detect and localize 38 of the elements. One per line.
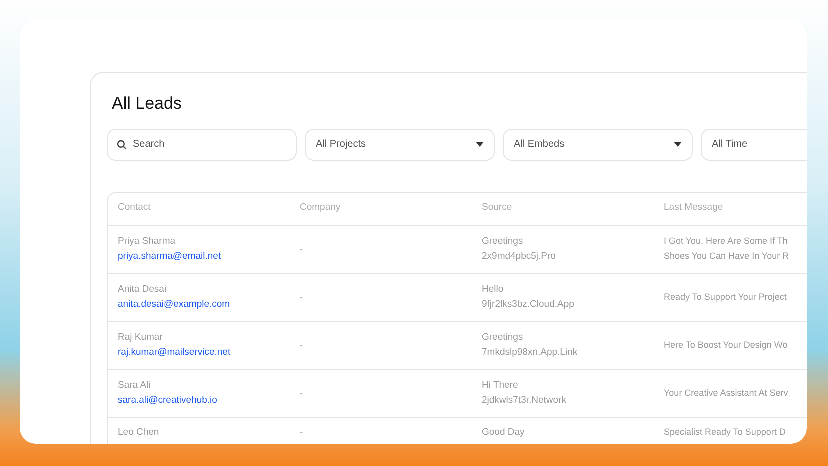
filter-dropdown[interactable]: All Time — [701, 128, 807, 160]
company-cell: - — [300, 388, 304, 398]
source-domain: 2jdkwls7t3r.Network — [482, 394, 568, 408]
contact-name: Sara Ali — [118, 379, 152, 393]
contact-name: Raj Kumar — [118, 331, 164, 345]
last-message: Shoes You Can Have In Your R — [664, 250, 790, 263]
filter-dropdown[interactable]: All Projects — [305, 128, 495, 160]
column-header: Last Message — [663, 201, 724, 216]
source-domain: 7mkdslp98xn.App.Link — [482, 346, 579, 360]
column-header: Source — [481, 201, 514, 216]
source-title: Greetings — [482, 235, 524, 249]
last-message: Your Creative Assistant At Serv — [664, 386, 790, 400]
last-message: Here To Boost Your Design Wo — [664, 338, 789, 352]
company-cell: - — [300, 426, 304, 438]
contact-name: Priya Sharma — [118, 235, 177, 249]
column-header: Contact — [117, 201, 152, 216]
filter-dropdown[interactable]: All Embeds — [503, 128, 693, 160]
email-link[interactable]: priya.sharma@email.net — [118, 249, 280, 264]
company-cell: - — [300, 244, 304, 254]
column-header: Company — [299, 201, 342, 216]
source-domain: 2x9md4pbc5j.Pro — [482, 250, 557, 264]
source-domain: 9fjr2lks3bz.Cloud.App — [482, 298, 576, 312]
source-title: Hi There — [482, 379, 520, 393]
page-title: All Leads — [112, 93, 183, 115]
email-link[interactable]: sara.ali@creativehub.io — [118, 393, 280, 408]
email-link[interactable]: anita.desai@example.com — [118, 297, 280, 312]
email-link[interactable]: raj.kumar@mailservice.net — [118, 345, 280, 360]
last-message: Ready To Support Your Project — [664, 290, 788, 304]
source-title: Greetings — [482, 331, 524, 345]
source-title: Good Day — [482, 426, 526, 440]
source-title: Hello — [482, 283, 505, 297]
last-message: Specialist Ready To Support D — [664, 426, 787, 439]
company-cell: - — [300, 292, 304, 302]
contact-name: Leo Chen — [118, 426, 160, 440]
company-cell: - — [300, 340, 304, 350]
last-message: I Got You, Here Are Some If Th — [664, 235, 789, 248]
contact-name: Anita Desai — [118, 283, 168, 297]
search-field[interactable]: Search — [107, 128, 297, 160]
